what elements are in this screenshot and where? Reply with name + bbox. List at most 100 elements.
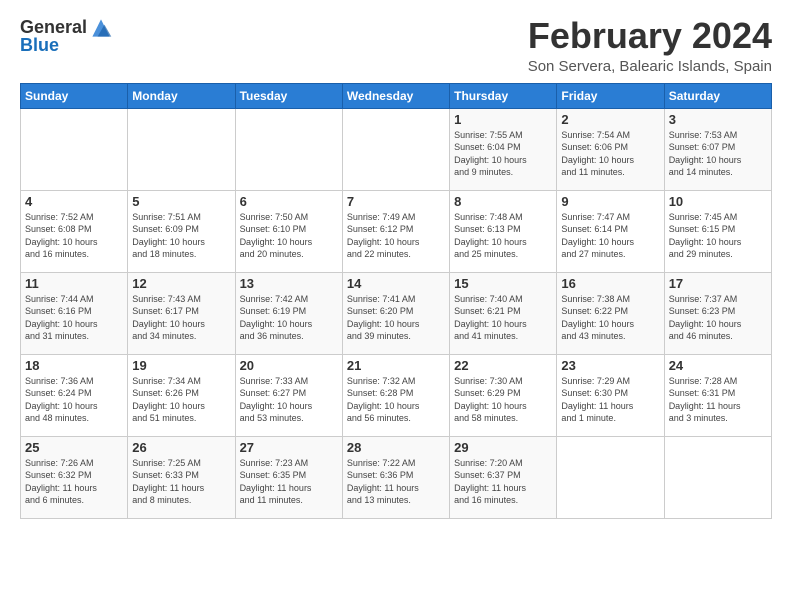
- day-detail: Sunrise: 7:55 AM Sunset: 6:04 PM Dayligh…: [454, 130, 527, 178]
- week-row-0: 1Sunrise: 7:55 AM Sunset: 6:04 PM Daylig…: [21, 108, 772, 190]
- day-cell: 3 Sunrise: 7:53 AM Sunset: 6:07 PM Daylig…: [664, 108, 771, 190]
- day-number: 15: [454, 276, 552, 291]
- day-cell: 9 Sunrise: 7:47 AM Sunset: 6:14 PM Daylig…: [557, 190, 664, 272]
- logo-blue: Blue: [20, 36, 59, 56]
- day-number: 24: [669, 358, 767, 373]
- day-detail: Sunrise: 7:54 AM Sunset: 6:06 PM Dayligh…: [561, 130, 634, 178]
- day-number: 20: [240, 358, 338, 373]
- day-detail: Sunrise: 7:40 AM Sunset: 6:21 PM Dayligh…: [454, 294, 527, 342]
- day-detail: Sunrise: 7:36 AM Sunset: 6:24 PM Dayligh…: [25, 376, 98, 424]
- day-number: 23: [561, 358, 659, 373]
- day-detail: Sunrise: 7:48 AM Sunset: 6:13 PM Dayligh…: [454, 212, 527, 260]
- day-number: 16: [561, 276, 659, 291]
- day-cell: 23 Sunrise: 7:29 AM Sunset: 6:30 PM Dayli…: [557, 354, 664, 436]
- day-detail: Sunrise: 7:45 AM Sunset: 6:15 PM Dayligh…: [669, 212, 742, 260]
- day-detail: Sunrise: 7:37 AM Sunset: 6:23 PM Dayligh…: [669, 294, 742, 342]
- day-number: 22: [454, 358, 552, 373]
- day-detail: Sunrise: 7:28 AM Sunset: 6:31 PM Dayligh…: [669, 376, 741, 424]
- day-number: 27: [240, 440, 338, 455]
- day-number: 28: [347, 440, 445, 455]
- day-detail: Sunrise: 7:53 AM Sunset: 6:07 PM Dayligh…: [669, 130, 742, 178]
- col-wednesday: Wednesday: [342, 83, 449, 108]
- day-cell: 20 Sunrise: 7:33 AM Sunset: 6:27 PM Dayli…: [235, 354, 342, 436]
- day-detail: Sunrise: 7:42 AM Sunset: 6:19 PM Dayligh…: [240, 294, 313, 342]
- day-number: 21: [347, 358, 445, 373]
- day-number: 13: [240, 276, 338, 291]
- day-cell: [342, 108, 449, 190]
- day-number: 19: [132, 358, 230, 373]
- day-detail: Sunrise: 7:25 AM Sunset: 6:33 PM Dayligh…: [132, 458, 204, 506]
- day-detail: Sunrise: 7:32 AM Sunset: 6:28 PM Dayligh…: [347, 376, 420, 424]
- day-cell: 26 Sunrise: 7:25 AM Sunset: 6:33 PM Dayli…: [128, 436, 235, 518]
- day-cell: 13 Sunrise: 7:42 AM Sunset: 6:19 PM Dayli…: [235, 272, 342, 354]
- day-detail: Sunrise: 7:33 AM Sunset: 6:27 PM Dayligh…: [240, 376, 313, 424]
- day-cell: [128, 108, 235, 190]
- day-detail: Sunrise: 7:23 AM Sunset: 6:35 PM Dayligh…: [240, 458, 312, 506]
- day-detail: Sunrise: 7:41 AM Sunset: 6:20 PM Dayligh…: [347, 294, 420, 342]
- day-number: 8: [454, 194, 552, 209]
- day-number: 25: [25, 440, 123, 455]
- day-cell: 18 Sunrise: 7:36 AM Sunset: 6:24 PM Dayli…: [21, 354, 128, 436]
- logo-icon: [89, 16, 113, 40]
- day-number: 17: [669, 276, 767, 291]
- col-friday: Friday: [557, 83, 664, 108]
- col-monday: Monday: [128, 83, 235, 108]
- day-number: 5: [132, 194, 230, 209]
- calendar-table: Sunday Monday Tuesday Wednesday Thursday…: [20, 83, 772, 519]
- day-number: 11: [25, 276, 123, 291]
- day-number: 4: [25, 194, 123, 209]
- day-cell: 7Sunrise: 7:49 AM Sunset: 6:12 PM Daylig…: [342, 190, 449, 272]
- day-number: 2: [561, 112, 659, 127]
- day-cell: 27 Sunrise: 7:23 AM Sunset: 6:35 PM Dayli…: [235, 436, 342, 518]
- calendar-title: February 2024: [528, 16, 772, 56]
- week-row-3: 18 Sunrise: 7:36 AM Sunset: 6:24 PM Dayli…: [21, 354, 772, 436]
- day-number: 18: [25, 358, 123, 373]
- title-block: February 2024 Son Servera, Balearic Isla…: [528, 16, 772, 75]
- day-cell: 25 Sunrise: 7:26 AM Sunset: 6:32 PM Dayli…: [21, 436, 128, 518]
- day-number: 14: [347, 276, 445, 291]
- logo: General Blue: [20, 16, 113, 56]
- day-cell: 24 Sunrise: 7:28 AM Sunset: 6:31 PM Dayli…: [664, 354, 771, 436]
- day-number: 3: [669, 112, 767, 127]
- day-detail: Sunrise: 7:20 AM Sunset: 6:37 PM Dayligh…: [454, 458, 526, 506]
- day-cell: 15 Sunrise: 7:40 AM Sunset: 6:21 PM Dayli…: [450, 272, 557, 354]
- calendar-subtitle: Son Servera, Balearic Islands, Spain: [528, 58, 772, 75]
- day-detail: Sunrise: 7:34 AM Sunset: 6:26 PM Dayligh…: [132, 376, 205, 424]
- day-cell: 16 Sunrise: 7:38 AM Sunset: 6:22 PM Dayli…: [557, 272, 664, 354]
- day-cell: 5 Sunrise: 7:51 AM Sunset: 6:09 PM Daylig…: [128, 190, 235, 272]
- col-tuesday: Tuesday: [235, 83, 342, 108]
- day-cell: 1Sunrise: 7:55 AM Sunset: 6:04 PM Daylig…: [450, 108, 557, 190]
- day-cell: [235, 108, 342, 190]
- day-cell: 4Sunrise: 7:52 AM Sunset: 6:08 PM Daylig…: [21, 190, 128, 272]
- day-number: 7: [347, 194, 445, 209]
- day-detail: Sunrise: 7:44 AM Sunset: 6:16 PM Dayligh…: [25, 294, 98, 342]
- col-sunday: Sunday: [21, 83, 128, 108]
- header-row: Sunday Monday Tuesday Wednesday Thursday…: [21, 83, 772, 108]
- header: General Blue February 2024 Son Servera, …: [20, 16, 772, 75]
- day-detail: Sunrise: 7:29 AM Sunset: 6:30 PM Dayligh…: [561, 376, 633, 424]
- day-detail: Sunrise: 7:47 AM Sunset: 6:14 PM Dayligh…: [561, 212, 634, 260]
- day-cell: [557, 436, 664, 518]
- col-saturday: Saturday: [664, 83, 771, 108]
- day-cell: 10 Sunrise: 7:45 AM Sunset: 6:15 PM Dayli…: [664, 190, 771, 272]
- day-detail: Sunrise: 7:51 AM Sunset: 6:09 PM Dayligh…: [132, 212, 205, 260]
- day-number: 26: [132, 440, 230, 455]
- day-detail: Sunrise: 7:26 AM Sunset: 6:32 PM Dayligh…: [25, 458, 97, 506]
- day-cell: 17 Sunrise: 7:37 AM Sunset: 6:23 PM Dayli…: [664, 272, 771, 354]
- week-row-2: 11 Sunrise: 7:44 AM Sunset: 6:16 PM Dayli…: [21, 272, 772, 354]
- day-cell: 29Sunrise: 7:20 AM Sunset: 6:37 PM Dayli…: [450, 436, 557, 518]
- day-number: 10: [669, 194, 767, 209]
- day-cell: 28 Sunrise: 7:22 AM Sunset: 6:36 PM Dayli…: [342, 436, 449, 518]
- day-cell: 6Sunrise: 7:50 AM Sunset: 6:10 PM Daylig…: [235, 190, 342, 272]
- page: General Blue February 2024 Son Servera, …: [0, 0, 792, 529]
- day-cell: 19 Sunrise: 7:34 AM Sunset: 6:26 PM Dayli…: [128, 354, 235, 436]
- day-cell: 2 Sunrise: 7:54 AM Sunset: 6:06 PM Daylig…: [557, 108, 664, 190]
- day-cell: 21 Sunrise: 7:32 AM Sunset: 6:28 PM Dayli…: [342, 354, 449, 436]
- day-number: 9: [561, 194, 659, 209]
- day-detail: Sunrise: 7:38 AM Sunset: 6:22 PM Dayligh…: [561, 294, 634, 342]
- day-detail: Sunrise: 7:22 AM Sunset: 6:36 PM Dayligh…: [347, 458, 419, 506]
- day-cell: 14 Sunrise: 7:41 AM Sunset: 6:20 PM Dayli…: [342, 272, 449, 354]
- day-detail: Sunrise: 7:43 AM Sunset: 6:17 PM Dayligh…: [132, 294, 205, 342]
- day-detail: Sunrise: 7:30 AM Sunset: 6:29 PM Dayligh…: [454, 376, 527, 424]
- week-row-1: 4Sunrise: 7:52 AM Sunset: 6:08 PM Daylig…: [21, 190, 772, 272]
